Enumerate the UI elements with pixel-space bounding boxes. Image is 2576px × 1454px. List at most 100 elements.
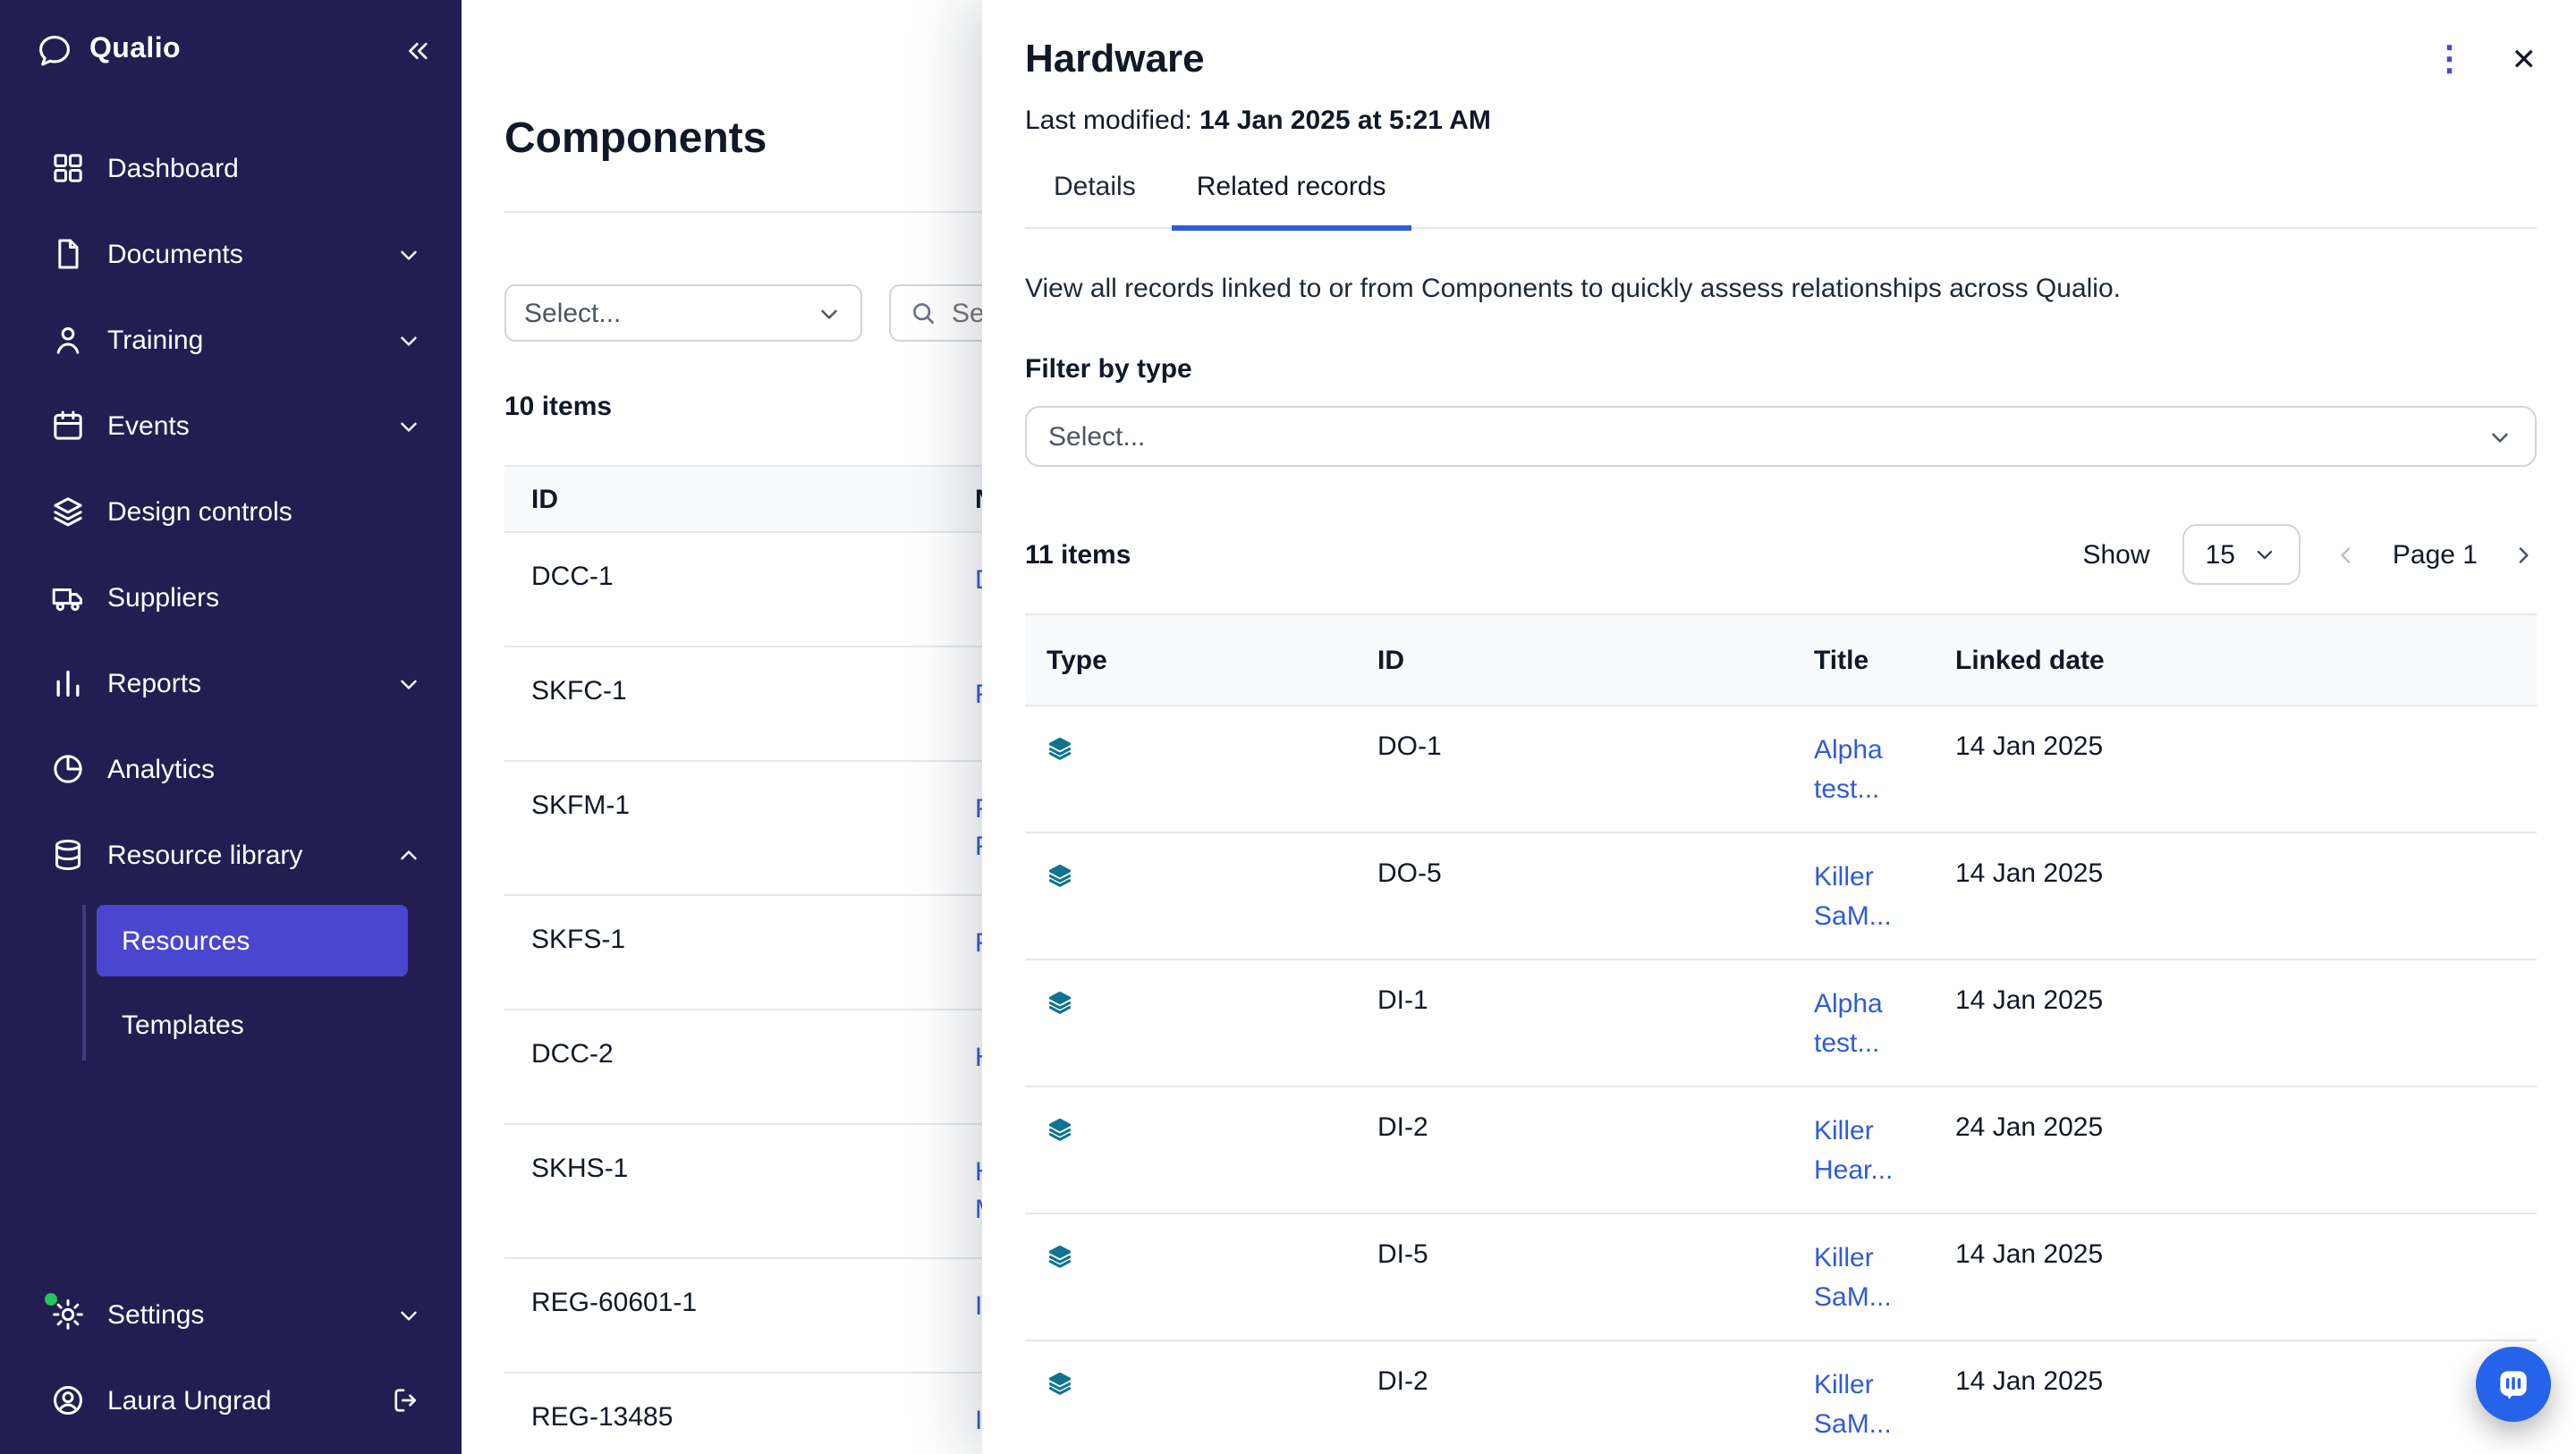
prev-page-button[interactable] (2334, 541, 2360, 568)
bar-chart-icon (50, 665, 86, 701)
drawer-tabs: Details Related records (1025, 172, 2537, 229)
last-modified-value: 14 Jan 2025 at 5:21 AM (1199, 106, 1491, 136)
design-record-type-icon (1046, 731, 1377, 762)
sidebar: Qualio Dashboard Documents Training (0, 0, 462, 1454)
sidebar-item-resources[interactable]: Resources (97, 905, 408, 976)
component-id: SKFS-1 (531, 925, 975, 955)
chevron-down-icon (2487, 423, 2513, 450)
chat-launcher-button[interactable] (2476, 1347, 2551, 1422)
record-title-link[interactable]: Killer SaM... (1814, 1366, 1943, 1445)
sidebar-item-templates[interactable]: Templates (97, 989, 408, 1061)
chevron-down-icon (395, 670, 422, 697)
column-header-id: ID (1377, 645, 1814, 675)
sidebar-item-resource-library[interactable]: Resource library (18, 812, 444, 898)
truck-icon (50, 579, 86, 615)
resource-library-submenu: Resources Templates (82, 905, 408, 1061)
user-name: Laura Ungrad (107, 1385, 271, 1416)
column-header-title: Title (1814, 645, 1955, 675)
drawer-header: Hardware ⋮ ✕ (1025, 36, 2537, 82)
calendar-icon (50, 408, 86, 444)
related-items-count: 11 items (1025, 539, 1131, 570)
type-filter-placeholder: Select... (1048, 421, 1145, 452)
chat-bubble-icon (2494, 1365, 2533, 1404)
training-icon (50, 322, 86, 358)
sidebar-item-design-controls[interactable]: Design controls (18, 469, 444, 554)
table-row: DI-2 Killer Hear... 24 Jan 2025 (1025, 1087, 2537, 1214)
component-id: SKHS-1 (531, 1154, 975, 1184)
related-table-header: Type ID Title Linked date (1025, 613, 2537, 706)
pie-chart-icon (50, 751, 86, 787)
sidebar-header: Qualio (0, 0, 462, 100)
sidebar-item-documents[interactable]: Documents (18, 211, 444, 297)
sidebar-item-analytics[interactable]: Analytics (18, 726, 444, 812)
sidebar-item-events[interactable]: Events (18, 383, 444, 469)
qualio-logo-icon (36, 31, 73, 69)
logout-icon[interactable] (390, 1384, 422, 1416)
page-size-select[interactable]: 15 (2182, 524, 2301, 585)
design-record-type-icon (1046, 858, 1377, 889)
show-label: Show (2082, 539, 2149, 570)
design-record-type-icon (1046, 1239, 1377, 1270)
sidebar-item-settings[interactable]: Settings (18, 1272, 444, 1357)
column-header-linked-date: Linked date (1955, 645, 2537, 675)
chevron-up-icon (395, 841, 422, 868)
tab-related-records[interactable]: Related records (1172, 172, 1411, 231)
chevron-down-icon (2253, 542, 2278, 567)
table-row: DI-2 Killer SaM... 14 Jan 2025 (1025, 1341, 2537, 1454)
filter-by-type-label: Filter by type (1025, 354, 2537, 385)
layers-icon (50, 494, 86, 529)
column-header-id: ID (531, 484, 975, 514)
last-modified: Last modified: 14 Jan 2025 at 5:21 AM (1025, 106, 2537, 136)
record-title-link[interactable]: Killer SaM... (1814, 1239, 1943, 1318)
design-record-type-icon (1046, 985, 1377, 1016)
table-row: DI-5 Killer SaM... 14 Jan 2025 (1025, 1214, 2537, 1341)
record-title-link[interactable]: Alpha test... (1814, 985, 1943, 1064)
kebab-menu-icon[interactable]: ⋮ (2433, 42, 2469, 76)
design-record-type-icon (1046, 1366, 1377, 1397)
document-icon (50, 236, 86, 272)
record-title-link[interactable]: Alpha test... (1814, 731, 1943, 810)
sidebar-item-label: Design controls (107, 496, 292, 527)
sidebar-user-row[interactable]: Laura Ungrad (18, 1357, 444, 1443)
tab-details[interactable]: Details (1029, 172, 1161, 227)
sidebar-item-label: Suppliers (107, 582, 219, 613)
brand-name: Qualio (89, 34, 181, 66)
record-title-link[interactable]: Killer SaM... (1814, 858, 1943, 937)
sidebar-subitem-label: Resources (122, 926, 250, 956)
record-id: DI-2 (1377, 1112, 1814, 1143)
sidebar-nav: Dashboard Documents Training Events Desi… (0, 100, 462, 1272)
table-row: DO-5 Killer SaM... 14 Jan 2025 (1025, 833, 2537, 960)
library-icon (50, 837, 86, 873)
settings-status-dot (45, 1293, 57, 1306)
component-id: DCC-1 (531, 562, 975, 592)
page-size-value: 15 (2206, 539, 2235, 570)
sidebar-item-suppliers[interactable]: Suppliers (18, 554, 444, 640)
record-title-link[interactable]: Killer Hear... (1814, 1112, 1943, 1191)
record-id: DO-5 (1377, 858, 1814, 889)
main-filter-select[interactable]: Select... (504, 284, 862, 342)
next-page-button[interactable] (2510, 541, 2537, 568)
related-records-description: View all records linked to or from Compo… (1025, 270, 2537, 308)
sidebar-item-dashboard[interactable]: Dashboard (18, 125, 444, 211)
related-records-table: Type ID Title Linked date DO-1 Alpha tes… (1025, 613, 2537, 1454)
linked-date: 14 Jan 2025 (1955, 1366, 2537, 1397)
record-id: DI-5 (1377, 1239, 1814, 1270)
component-id: DCC-2 (531, 1039, 975, 1069)
sidebar-item-label: Settings (107, 1299, 204, 1330)
sidebar-item-label: Training (107, 325, 203, 355)
sidebar-item-reports[interactable]: Reports (18, 640, 444, 726)
sidebar-item-label: Resource library (107, 840, 302, 870)
design-record-type-icon (1046, 1112, 1377, 1143)
close-icon[interactable]: ✕ (2512, 44, 2538, 74)
drawer-title: Hardware (1025, 36, 1205, 82)
app-root: Qualio Dashboard Documents Training (0, 0, 2576, 1454)
sidebar-footer: Settings Laura Ungrad (0, 1272, 462, 1454)
component-id: REG-13485 (531, 1402, 975, 1433)
dashboard-icon (50, 150, 86, 186)
gear-icon (50, 1297, 86, 1332)
type-filter-select[interactable]: Select... (1025, 406, 2537, 467)
chevron-down-icon (395, 1301, 422, 1328)
sidebar-collapse-button[interactable] (402, 35, 433, 65)
sidebar-item-training[interactable]: Training (18, 297, 444, 383)
sidebar-subitem-label: Templates (122, 1010, 244, 1040)
